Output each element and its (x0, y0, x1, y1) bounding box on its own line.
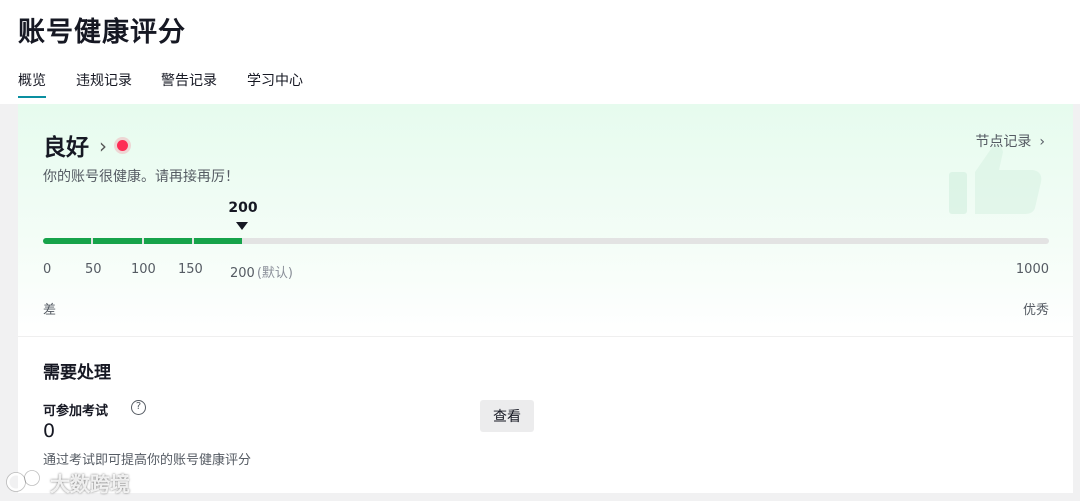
tick-label: 150 (178, 262, 203, 277)
tick-label: 50 (85, 262, 102, 277)
scale-low-label: 差 (43, 303, 57, 318)
health-card: 良好 › 你的账号很健康。请再接再厉！ 节点记录 › 200 0 50 100 1… (18, 104, 1073, 493)
watermark-text: 大数跨境 (50, 472, 130, 496)
score-progress-track (43, 238, 1049, 244)
tab-learning-center[interactable]: 学习中心 (247, 70, 303, 98)
tick-label: 200 (230, 266, 255, 281)
current-score-label: 200 (228, 200, 258, 216)
chevron-right-icon: › (1039, 134, 1045, 150)
score-progress-segment (143, 238, 192, 244)
view-button[interactable]: 查看 (480, 400, 534, 432)
notification-dot-icon (117, 140, 128, 151)
score-panel: 良好 › 你的账号很健康。请再接再厉！ 节点记录 › 200 0 50 100 1… (18, 104, 1073, 337)
node-records-link[interactable]: 节点记录 › (975, 131, 1045, 151)
exam-hint: 通过考试即可提高你的账号健康评分 (43, 453, 252, 468)
page-title: 账号健康评分 (18, 17, 186, 48)
status-title: 良好 (43, 135, 89, 161)
tab-violations[interactable]: 违规记录 (76, 70, 132, 98)
exam-item-label: 可参加考试 (43, 404, 109, 419)
exam-count-value: 0 (43, 420, 56, 442)
chevron-right-icon[interactable]: › (99, 134, 107, 158)
page-header: 账号健康评分 概览 违规记录 警告记录 学习中心 (0, 0, 1080, 104)
tab-overview[interactable]: 概览 (18, 70, 46, 98)
current-score-marker-icon (236, 222, 248, 230)
tick-label-default: 200 (默认) (230, 262, 293, 281)
section-title: 需要处理 (43, 363, 111, 383)
watermark-mark-icon (6, 470, 40, 492)
help-icon[interactable]: ? (131, 400, 146, 415)
score-progress-segment (93, 238, 142, 244)
node-records-label: 节点记录 (975, 134, 1032, 150)
tick-label: 0 (43, 262, 52, 277)
score-progress-segment (193, 238, 243, 244)
default-note: (默认) (256, 266, 293, 281)
tick-label: 100 (131, 262, 156, 277)
tab-warnings[interactable]: 警告记录 (161, 70, 217, 98)
status-description: 你的账号很健康。请再接再厉！ (43, 169, 239, 185)
thumbs-up-decoration-icon (949, 144, 1042, 214)
score-progress-segment (43, 238, 92, 244)
scale-high-label: 优秀 (1022, 303, 1049, 318)
tick-label-max: 1000 (1015, 262, 1049, 277)
